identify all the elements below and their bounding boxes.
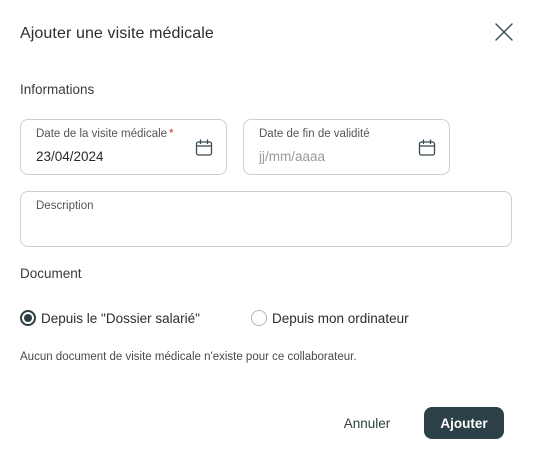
end-date-field[interactable]: Date de fin de validité [243, 119, 450, 175]
radio-unselected-icon[interactable] [251, 310, 267, 326]
end-date-label: Date de fin de validité [259, 128, 370, 140]
calendar-icon[interactable] [418, 139, 436, 157]
description-input[interactable] [36, 221, 496, 236]
visit-date-input[interactable] [36, 149, 186, 164]
visit-date-field[interactable]: Date de la visite médicale * [20, 119, 227, 175]
no-document-message: Aucun document de visite médicale n'exis… [20, 351, 357, 363]
document-section-title: Document [20, 266, 82, 281]
end-date-input[interactable] [259, 149, 409, 164]
cancel-button[interactable]: Annuler [335, 408, 399, 438]
dialog-title: Ajouter une visite médicale [20, 25, 214, 42]
informations-section-title: Informations [20, 82, 95, 97]
close-button[interactable] [493, 21, 515, 43]
calendar-icon[interactable] [195, 139, 213, 157]
description-field[interactable]: Description [20, 191, 512, 247]
add-medical-visit-dialog: Ajouter une visite médicale Informations… [0, 0, 533, 461]
radio-employee-file[interactable]: Depuis le "Dossier salarié" [20, 310, 200, 326]
radio-selected-icon[interactable] [20, 310, 36, 326]
description-label: Description [36, 200, 94, 212]
required-marker: * [169, 128, 174, 140]
close-icon [495, 23, 513, 41]
radio-employee-file-label: Depuis le "Dossier salarié" [41, 310, 200, 326]
add-button[interactable]: Ajouter [424, 407, 504, 439]
radio-my-computer-label: Depuis mon ordinateur [272, 310, 409, 326]
visit-date-label: Date de la visite médicale * [36, 128, 174, 140]
radio-my-computer[interactable]: Depuis mon ordinateur [251, 310, 409, 326]
